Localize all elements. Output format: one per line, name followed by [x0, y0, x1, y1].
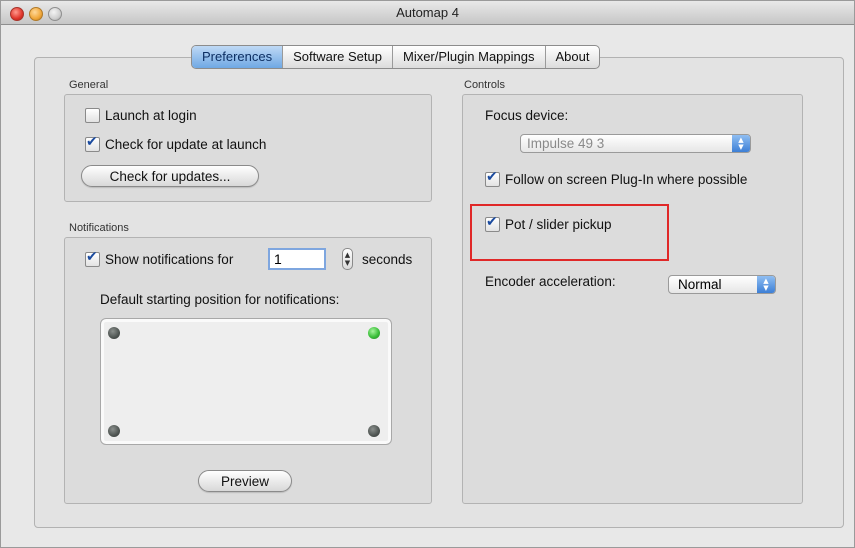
title-bar[interactable]: Automap 4 — [1, 1, 854, 25]
checkbox-icon — [85, 108, 100, 123]
launch-at-login-checkbox[interactable]: Launch at login — [85, 108, 197, 123]
follow-plugin-label: Follow on screen Plug-In where possible — [505, 172, 748, 187]
launch-at-login-label: Launch at login — [105, 108, 197, 123]
select-arrows-icon: ▲ ▼ — [757, 276, 775, 293]
check-update-at-launch-checkbox[interactable]: Check for update at launch — [85, 134, 267, 152]
position-bottom-right-dot[interactable] — [368, 425, 380, 437]
check-for-updates-button[interactable]: Check for updates... — [81, 165, 259, 187]
general-section-label: General — [69, 79, 109, 91]
app-window: Automap 4 Preferences Software Setup Mix… — [0, 0, 855, 548]
seconds-stepper[interactable]: ▲ ▼ — [342, 248, 353, 270]
select-arrows-icon: ▲ ▼ — [732, 135, 750, 152]
notification-position-picker — [100, 318, 392, 445]
position-label: Default starting position for notificati… — [100, 292, 340, 307]
checkbox-checked-icon — [85, 134, 100, 152]
controls-group: Focus device: Impulse 49 3 ▲▼ Follow on … — [462, 94, 803, 504]
preview-button[interactable]: Preview — [198, 470, 292, 492]
position-bottom-left-dot[interactable] — [108, 425, 120, 437]
checkbox-checked-icon — [85, 249, 100, 267]
notifications-group: Show notifications for 1 ▲▼ seconds Defa… — [64, 237, 432, 504]
seconds-label: seconds — [362, 252, 413, 267]
tab-preferences[interactable]: Preferences — [192, 46, 283, 68]
encoder-acceleration-value: Normal — [678, 277, 722, 292]
general-group: Launch at login Check for update at laun… — [64, 94, 432, 202]
encoder-acceleration-select[interactable]: Normal ▲ ▼ — [668, 275, 776, 294]
preferences-panel: General Launch at login Check for update… — [34, 57, 844, 528]
position-top-left-dot[interactable] — [108, 327, 120, 339]
show-notifications-checkbox[interactable]: Show notifications for — [85, 249, 234, 267]
checkbox-checked-icon — [485, 169, 500, 187]
tab-software-setup[interactable]: Software Setup — [282, 46, 392, 68]
focus-device-select[interactable]: Impulse 49 3 ▲ ▼ — [520, 134, 751, 153]
position-top-right-dot[interactable] — [368, 327, 380, 339]
focus-device-label: Focus device: — [485, 108, 569, 123]
focus-device-value: Impulse 49 3 — [527, 136, 605, 151]
tab-mixer-plugin-mappings[interactable]: Mixer/Plugin Mappings — [391, 46, 545, 68]
encoder-acceleration-label: Encoder acceleration: — [485, 274, 616, 289]
tab-bar: Preferences Software Setup Mixer/Plugin … — [191, 45, 601, 69]
controls-section-label: Controls — [464, 79, 505, 91]
follow-plugin-checkbox[interactable]: Follow on screen Plug-In where possible — [485, 169, 748, 187]
show-notifications-label: Show notifications for — [105, 252, 234, 267]
notification-seconds-input[interactable]: 1 — [268, 248, 326, 270]
tab-about[interactable]: About — [544, 46, 600, 68]
notifications-section-label: Notifications — [69, 222, 129, 234]
window-title: Automap 4 — [396, 5, 459, 20]
highlight-annotation-box — [470, 204, 669, 261]
check-update-at-launch-label: Check for update at launch — [105, 137, 267, 152]
